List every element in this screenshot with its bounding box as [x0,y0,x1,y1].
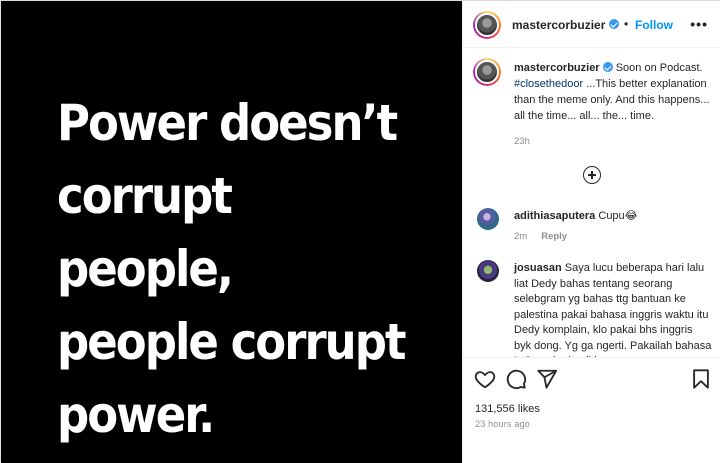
comment-item: josuasan Saya lucu beberapa hari lalu li… [514,261,712,357]
verified-badge-icon [609,19,619,29]
post-image[interactable]: Power doesn’t corrupt people, people cor… [1,1,462,463]
follow-button[interactable]: Follow [635,18,673,32]
more-options-icon[interactable]: ••• [690,16,708,32]
post-actions-bar: 131,556 likes 23 hours ago [463,357,720,463]
post-quote-text: Power doesn’t corrupt people, people cor… [57,87,417,452]
comment-text: Cupu😂 [595,210,638,222]
caption-username[interactable]: mastercorbuzier [514,62,600,74]
comment-item: adithiasaputera Cupu😂 [514,209,712,225]
caption-age: 23h [514,136,530,147]
comment-username[interactable]: josuasan [514,262,562,274]
quote-line: corrupt people, [57,167,234,298]
caption-author-avatar[interactable] [473,58,501,86]
quote-line: Power doesn’t [57,94,398,152]
quote-line: power. [57,386,215,444]
quote-line: people corrupt [57,313,406,371]
post-timestamp[interactable]: 23 hours ago [475,419,530,429]
load-more-comments-icon[interactable] [583,166,601,184]
comment-text: Saya lucu beberapa hari lalu liat Dedy b… [514,262,712,357]
post-header: mastercorbuzier • Follow ••• [463,1,720,48]
caption-text-start: Soon on Podcast. [612,62,703,74]
post-sidebar: mastercorbuzier • Follow ••• mastercorbu… [462,1,720,463]
reply-button[interactable]: Reply [541,231,567,242]
share-icon[interactable] [536,368,558,390]
separator-dot: • [624,17,629,31]
commenter-avatar[interactable] [477,260,499,282]
likes-count[interactable]: 131,556 likes [475,403,540,415]
post-dialog: Power doesn’t corrupt people, people cor… [0,0,720,463]
comment-username[interactable]: adithiasaputera [514,210,595,222]
comment-age: 2m [514,231,528,242]
bookmark-icon[interactable] [690,368,712,390]
verified-badge-icon [602,62,613,72]
author-avatar[interactable] [473,11,501,39]
author-username[interactable]: mastercorbuzier [512,18,605,32]
commenter-avatar[interactable] [477,208,499,230]
caption-text: mastercorbuzier Soon on Podcast. #closet… [514,60,710,124]
heart-icon[interactable] [474,368,496,390]
comment-icon[interactable] [505,368,527,390]
comment-meta: 2m Reply [514,231,567,242]
comments-list[interactable]: mastercorbuzier Soon on Podcast. #closet… [463,48,720,357]
hashtag-link[interactable]: #closethedoor [514,78,583,90]
